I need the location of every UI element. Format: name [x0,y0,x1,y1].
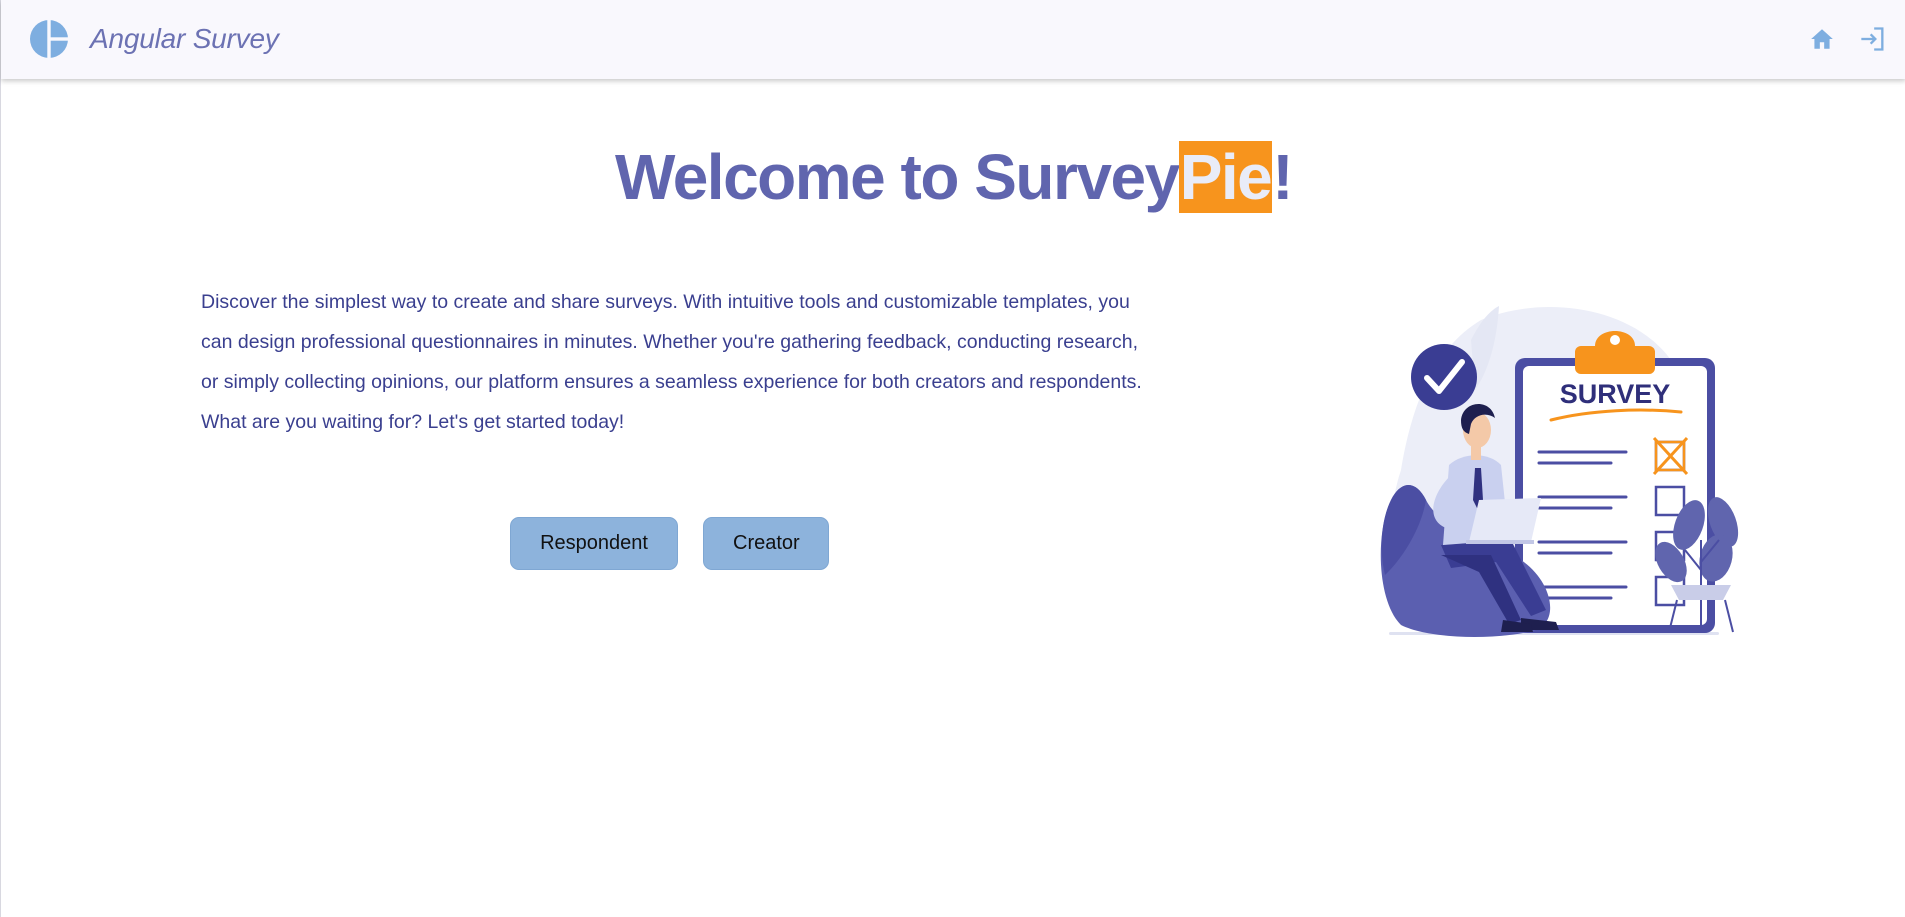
heading-highlight: Pie [1178,141,1273,213]
pie-chart-icon [30,19,69,59]
survey-illustration: SURVEY [1380,306,1739,637]
creator-button[interactable]: Creator [703,517,829,570]
role-actions: Respondent Creator [510,517,829,570]
top-navbar: Angular Survey [1,0,1905,79]
respondent-button[interactable]: Respondent [510,517,678,570]
page: Angular Survey Welcome to SurveyPie! Dis… [0,0,1905,917]
heading-suffix: ! [1272,141,1293,213]
home-button[interactable] [1807,24,1837,54]
nav-actions [1807,24,1888,54]
login-button[interactable] [1858,24,1888,54]
welcome-heading: Welcome to SurveyPie! [1,141,1905,213]
home-icon [1811,29,1833,49]
intro-description: Discover the simplest way to create and … [201,291,1142,433]
login-icon [1861,27,1884,51]
heading-prefix: Welcome to Survey [614,141,1180,213]
illustration-survey-label: SURVEY [1560,379,1671,409]
app-title: Angular Survey [90,23,279,54]
brand-link[interactable]: Angular Survey [29,19,279,59]
